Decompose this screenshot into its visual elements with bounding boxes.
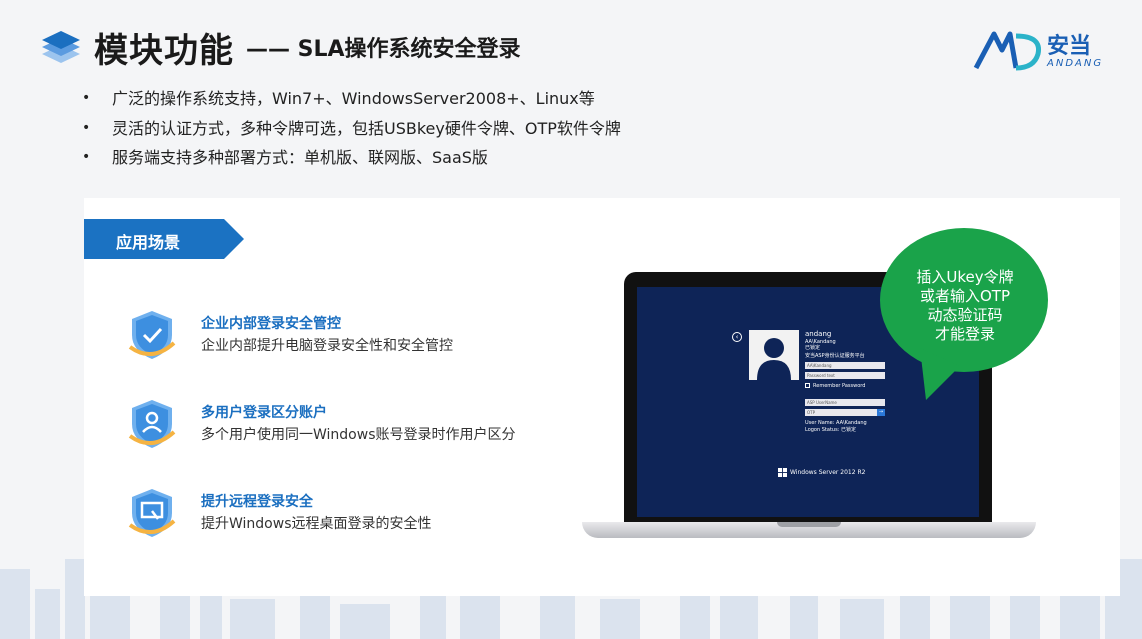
os-label: Windows Server 2012 R2 xyxy=(790,469,866,476)
bubble-line: 动态验证码 xyxy=(927,306,1003,324)
user-name-info: User Name: AA\Kandang xyxy=(805,420,867,426)
feature-desc: 多个用户使用同一Windows账号登录时作用户区分 xyxy=(201,427,516,443)
login-status-line: 已锁定 xyxy=(805,345,821,351)
speech-bubble: 插入Ukey令牌 或者输入OTP 动态验证码 才能登录 xyxy=(880,228,1050,400)
laptop-notch xyxy=(777,522,841,527)
page-subtitle: —— SLA操作系统安全登录 xyxy=(246,37,521,62)
laptop-base xyxy=(582,522,1036,538)
login-platform-label: 安当ASP身份认证服务平台 xyxy=(805,353,865,359)
feature-bullet-list: 广泛的操作系统支持，Win7+、WindowsServer2008+、Linux… xyxy=(82,84,621,173)
feature-title: 企业内部登录安全管控 xyxy=(201,316,341,332)
feature-desc: 企业内部提升电脑登录安全性和安全管控 xyxy=(201,338,453,354)
otp-field[interactable]: OTP xyxy=(805,409,877,416)
remember-label: Remember Password xyxy=(813,383,866,389)
bullet-item: 广泛的操作系统支持，Win7+、WindowsServer2008+、Linux… xyxy=(82,84,621,114)
feature-desc: 提升Windows远程桌面登录的安全性 xyxy=(201,516,432,532)
bubble-line: 才能登录 xyxy=(934,325,995,343)
page-title: 模块功能 xyxy=(94,30,234,71)
shield-check-icon xyxy=(128,311,176,359)
logon-status-info: Logon Status: 已锁定 xyxy=(805,427,856,433)
page-header: 模块功能 —— SLA操作系统安全登录 xyxy=(40,22,521,72)
feature-item-remote-login: 提升远程登录安全 提升Windows远程桌面登录的安全性 xyxy=(126,485,546,541)
login-username: andang xyxy=(805,330,832,338)
bullet-item: 服务端支持多种部署方式：单机版、联网版、SaaS版 xyxy=(82,143,621,173)
bullet-item: 灵活的认证方式，多种令牌可选，包括USBkey硬件令牌、OTP软件令牌 xyxy=(82,114,621,144)
user-silhouette-icon xyxy=(757,338,791,380)
speech-bubble-text: 插入Ukey令牌 或者输入OTP 动态验证码 才能登录 xyxy=(880,268,1050,344)
windows-logo-icon xyxy=(778,468,787,477)
shield-user-icon xyxy=(128,400,176,448)
feature-item-login-control: 企业内部登录安全管控 企业内部提升电脑登录安全性和安全管控 xyxy=(126,307,546,363)
bubble-line: 或者输入OTP xyxy=(919,287,1010,305)
login-user-field[interactable]: AA\Kandang xyxy=(805,362,885,369)
remember-checkbox[interactable] xyxy=(805,383,810,388)
submit-arrow-button[interactable]: → xyxy=(877,409,885,416)
bubble-line: 插入Ukey令牌 xyxy=(916,268,1014,286)
andang-logo-mark-icon xyxy=(973,31,1042,71)
feature-title: 多用户登录区分账户 xyxy=(201,405,327,421)
logo-name-cn: 安当 xyxy=(1047,34,1092,59)
login-password-field[interactable]: Password text xyxy=(805,372,885,379)
logo-name-en: ANDANG xyxy=(1047,58,1104,69)
user-avatar xyxy=(749,330,799,380)
feature-title: 提升远程登录安全 xyxy=(201,494,313,510)
section-tag-label: 应用场景 xyxy=(116,233,181,252)
feature-item-multi-user: 多用户登录区分账户 多个用户使用同一Windows账号登录时作用户区分 xyxy=(126,396,546,452)
asp-user-field[interactable]: ASP UserName xyxy=(805,399,885,406)
section-tag: 应用场景 xyxy=(84,219,244,259)
layers-icon xyxy=(42,31,80,63)
andang-logo: 安当 ANDANG xyxy=(972,28,1102,72)
shield-remote-icon xyxy=(128,489,176,537)
back-arrow-icon: ‹ xyxy=(732,332,742,342)
